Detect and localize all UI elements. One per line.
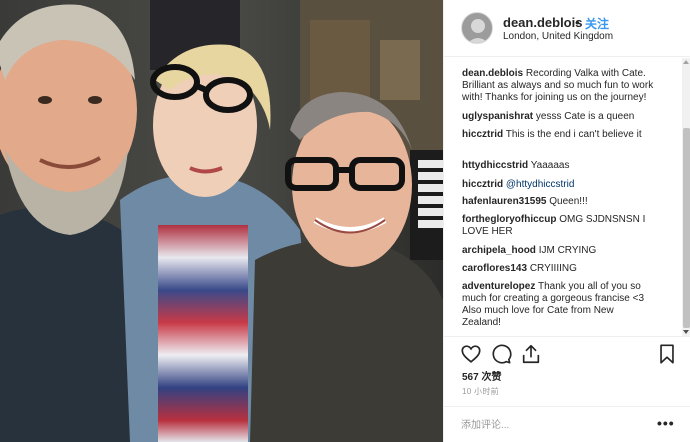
comment-text: Thank you all of you so [537,281,641,292]
scroll-down-arrow-icon[interactable] [683,330,689,334]
comment: uglyspanishrat yesss Cate is a queen [462,111,680,123]
comment-text: Queen!!! [549,196,588,207]
post-photo-image [0,0,443,442]
comment-input[interactable] [461,416,641,434]
comment-username[interactable]: uglyspanishrat [462,111,533,122]
post-timestamp[interactable]: 10 小时前 [462,386,499,397]
avatar[interactable] [461,12,493,44]
comment: adventurelopez Thank you all of you so m… [462,281,680,329]
post-username[interactable]: dean.deblois [503,15,582,30]
heart-icon [461,345,481,363]
comment: archipela_hood IJM CRYING [462,245,680,257]
comment-username[interactable]: hiccztrid [462,129,503,140]
comment-username[interactable]: archipela_hood [462,245,536,256]
comment: hiccztrid This is the end i can't believ… [462,129,680,141]
comment-username[interactable]: forthegloryofhiccup [462,214,556,225]
comment-text: Also much love for Cate from New [462,305,614,316]
post-header: dean.deblois • 关注 London, United Kingdom [444,0,690,57]
comment-text: Recording Valka with Cate. [525,68,646,79]
comment-username[interactable]: httydhiccstrid [462,160,528,171]
comment-text: Brilliant as always and so much fun to w… [462,80,654,91]
comment-username[interactable]: dean.deblois [462,68,523,79]
share-button[interactable] [520,343,544,367]
comment-text: Yaaaaas [530,160,570,171]
post-detail-panel: dean.deblois • 关注 London, United Kingdom… [443,0,690,442]
comments-scrollbar[interactable] [682,58,690,336]
caption: dean.deblois Recording Valka with Cate. … [462,68,680,104]
comment-list[interactable]: dean.deblois Recording Valka with Cate. … [444,64,682,336]
bookmark-icon [660,344,674,364]
scrollbar-thumb[interactable] [683,128,690,328]
comment-text: Zealand! [462,317,501,328]
comment-text: IJM CRYING [538,245,597,256]
save-button[interactable] [656,343,680,367]
comment-text: much for creating a gorgeous francise <3 [462,293,645,304]
comment: forthegloryofhiccup OMG SJDNSNSN I LOVE … [462,214,680,238]
like-button[interactable] [460,343,484,367]
comment-username[interactable]: hiccztrid [462,179,503,190]
comment: hafenlauren31595 Queen!!! [462,196,680,208]
comment-text: yesss Cate is a queen [535,111,635,122]
comment: hiccztrid @httydhiccstrid [462,179,680,191]
follow-button[interactable]: 关注 [585,15,609,32]
separator-dot: • [575,15,580,30]
comment-text: OMG SJDNSNSN I [559,214,646,225]
comment-text: LOVE HER [462,226,513,237]
comment-text: This is the end i can't believe it [505,129,642,140]
comment-text: CRYIIIING [529,263,577,274]
post-actions: 567 次赞 10 小时前 ••• [444,336,690,442]
like-count[interactable]: 567 次赞 [462,368,501,383]
comment-username[interactable]: adventurelopez [462,281,535,292]
comment: caroflores143 CRYIIIING [462,263,680,275]
comment-username[interactable]: hafenlauren31595 [462,196,547,207]
comment-mention[interactable]: @httydhiccstrid [506,179,575,190]
comment-button[interactable] [490,343,514,367]
comment: httydhiccstrid Yaaaaas [462,160,680,172]
comment-username[interactable]: caroflores143 [462,263,527,274]
avatar-image [462,13,492,43]
share-icon [522,344,540,364]
post-location[interactable]: London, United Kingdom [503,31,613,42]
more-options-icon[interactable]: ••• [657,415,675,431]
add-comment-bar: ••• [444,406,690,442]
post-photo[interactable] [0,0,443,442]
scroll-up-arrow-icon[interactable] [683,60,689,64]
comment-text: with! Thanks for joining us on the journ… [462,92,647,103]
comment-bubble-icon [492,344,512,364]
